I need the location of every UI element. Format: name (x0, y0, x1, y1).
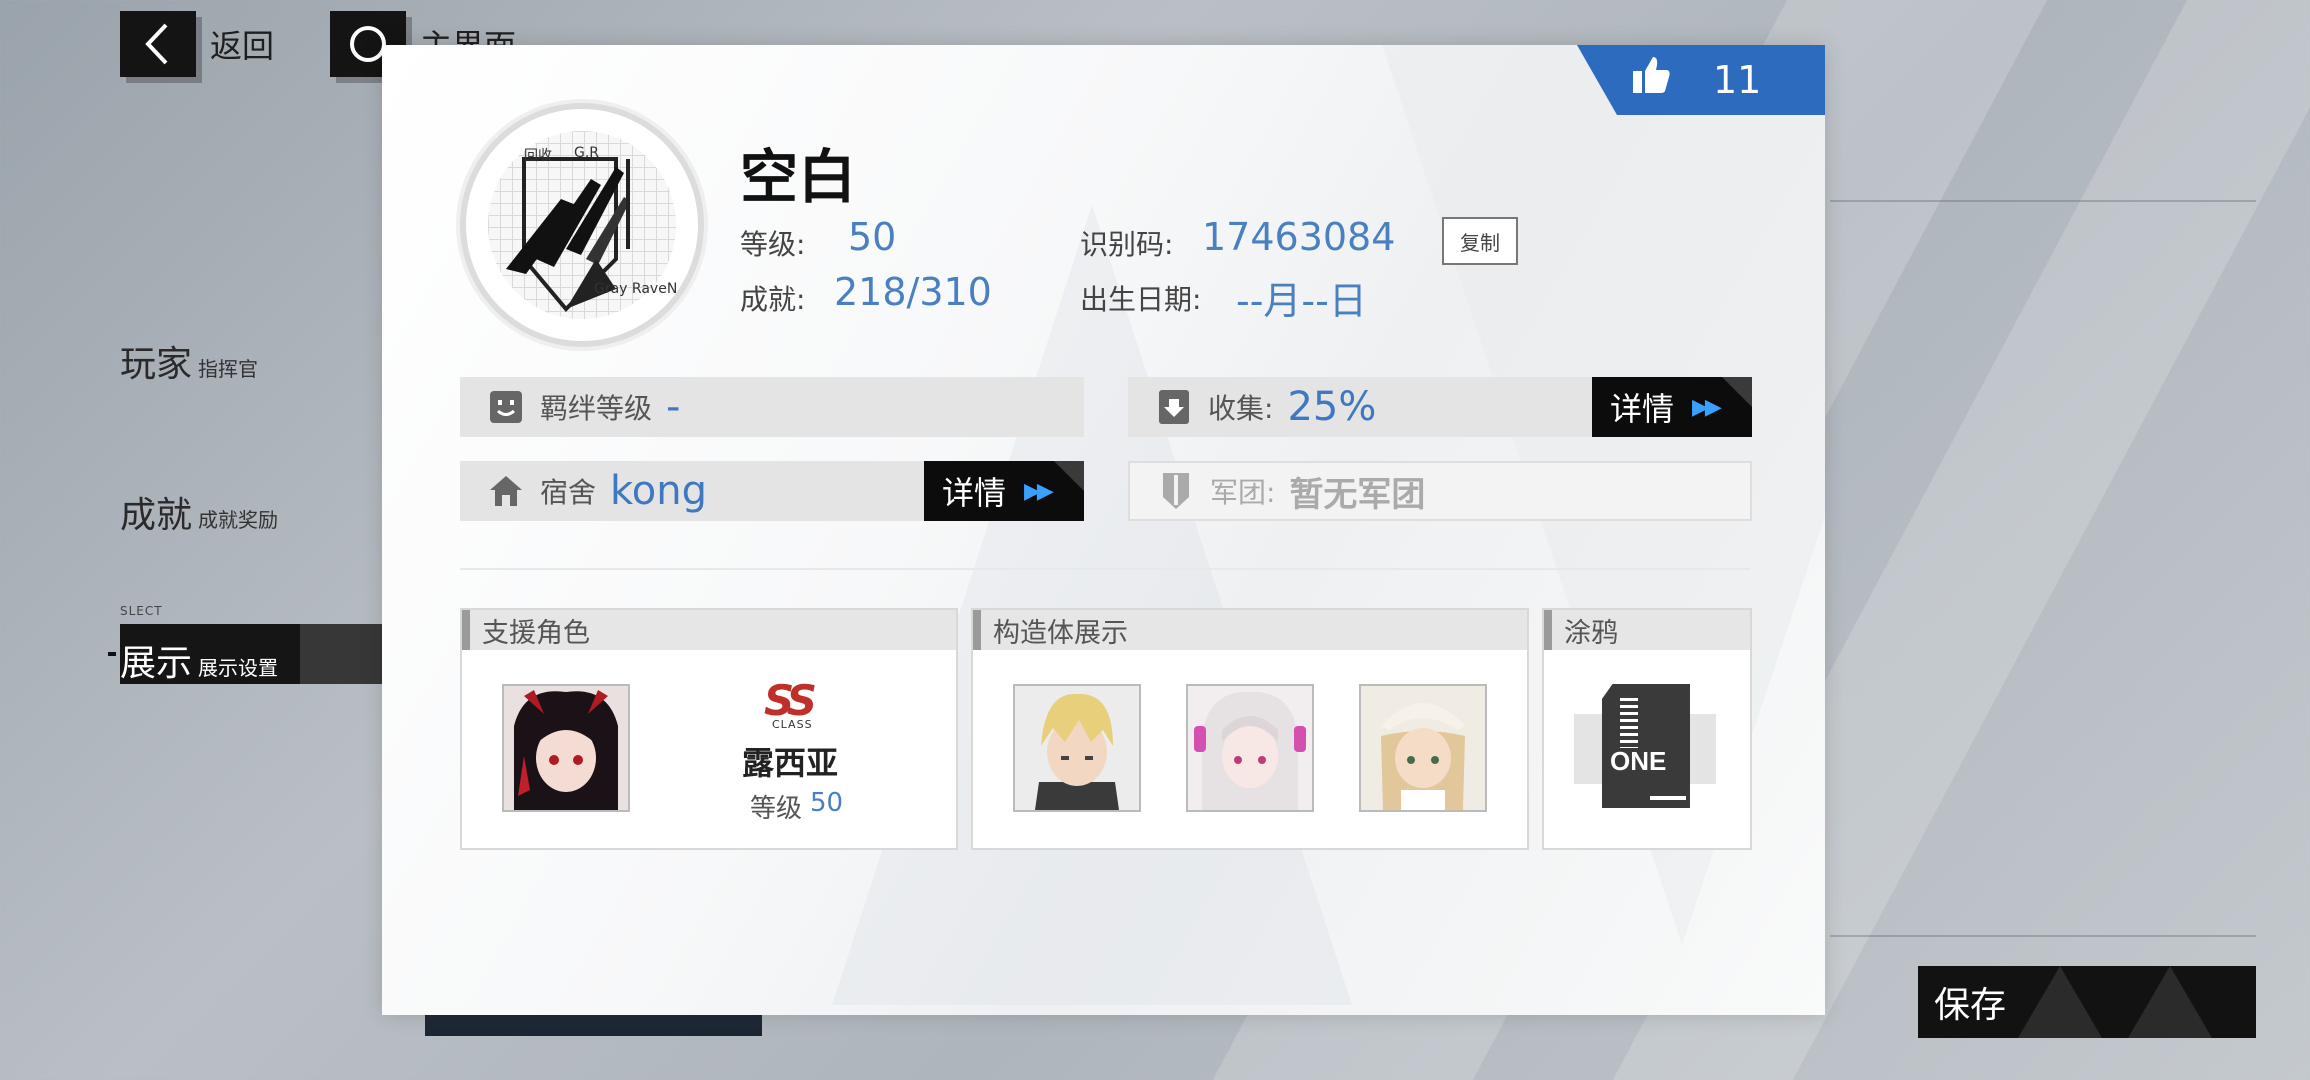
collection-detail-button[interactable]: 详情 ▶▶ (1592, 377, 1752, 437)
detail-label: 详情 (1610, 390, 1675, 428)
menu-item-display[interactable]: 展示 展示设置 (120, 634, 278, 686)
birthday-value: --月--日 (1236, 279, 1367, 323)
construct-portrait-2[interactable] (1186, 684, 1314, 812)
thumbs-up-icon (1629, 53, 1673, 107)
birthday-label: 出生日期: (1080, 283, 1202, 316)
smile-face-icon (488, 389, 524, 425)
collection-bar: 收集: 25% 详情 ▶▶ (1128, 377, 1752, 437)
support-section-title: 支援角色 (482, 617, 590, 649)
section-header: 构造体展示 (973, 610, 1527, 650)
construct-portrait-1[interactable] (1013, 684, 1141, 812)
dorm-label: 宿舍 (540, 476, 597, 509)
graffiti-text: ONE (1610, 746, 1667, 776)
menu-item-label: 玩家 (120, 344, 193, 385)
profile-card: 11 回收 G.R Gray RaveN 空白 等级: 50 识别码: 1746… (382, 45, 1825, 1015)
graffiti-section-title: 涂鸦 (1564, 617, 1618, 649)
menu-item-label: 展示 (120, 643, 193, 684)
avatar-text-cn: 回收 (524, 148, 552, 164)
bond-level-label: 羁绊等级 (540, 392, 653, 425)
support-level-value: 50 (810, 788, 844, 818)
menu-item-sublabel: 指挥官 (198, 357, 259, 381)
level-label: 等级: (740, 228, 806, 261)
id-value: 17463084 (1202, 215, 1396, 259)
section-header: 涂鸦 (1544, 610, 1750, 650)
support-character-portrait[interactable] (502, 684, 630, 812)
bond-level-value: - (666, 384, 681, 430)
detail-label: 详情 (942, 474, 1007, 512)
copy-id-button[interactable]: 复制 (1442, 217, 1518, 265)
like-count: 11 (1713, 58, 1762, 102)
support-character-section: 支援角色 SS CLASS 露西亚 等级 50 (460, 608, 958, 850)
level-value: 50 (848, 215, 897, 259)
background-line (1830, 200, 2256, 202)
gray-raven-emblem-icon (506, 157, 630, 312)
background-line (1830, 935, 2256, 937)
avatar-text-gr: G.R (574, 145, 600, 161)
class-sublabel: CLASS (772, 718, 813, 731)
support-character-name: 露西亚 (742, 744, 839, 782)
dorm-bar: 宿舍 kong 详情 ▶▶ (460, 461, 1084, 521)
player-name: 空白 (740, 143, 857, 211)
achievement-value: 218/310 (834, 270, 992, 314)
graffiti-section: 涂鸦 ONE (1542, 608, 1752, 850)
achievement-label: 成就: (740, 283, 806, 316)
guild-label: 军团: (1210, 476, 1276, 509)
id-label: 识别码: (1080, 228, 1174, 261)
copy-label: 复制 (1460, 230, 1500, 255)
menu-item-sublabel: 成就奖励 (198, 508, 279, 532)
back-arrow-icon (120, 11, 196, 77)
save-label: 保存 (1934, 985, 2007, 1026)
house-icon (488, 473, 524, 509)
collection-icon (1156, 389, 1192, 425)
selected-indicator (108, 652, 116, 656)
back-label: 返回 (210, 27, 275, 65)
guild-shield-icon (1158, 473, 1194, 509)
save-button[interactable]: 保存 (1918, 966, 2256, 1038)
bond-level-bar: 羁绊等级 - (460, 377, 1084, 437)
menu-item-achievement[interactable]: 成就 成就奖励 (120, 486, 278, 538)
like-badge[interactable]: 11 (1577, 45, 1825, 115)
menu-item-sublabel: 展示设置 (198, 656, 279, 680)
back-button[interactable]: 返回 (120, 11, 275, 77)
support-level-label: 等级 (750, 794, 803, 824)
avatar[interactable]: 回收 G.R Gray RaveN (460, 103, 704, 347)
menu-item-player[interactable]: 玩家 指挥官 (120, 335, 258, 387)
graffiti-sticker[interactable]: ONE (1602, 684, 1690, 808)
divider (460, 568, 1750, 570)
section-header: 支援角色 (462, 610, 956, 650)
dorm-detail-button[interactable]: 详情 ▶▶ (924, 461, 1084, 521)
double-arrow-icon: ▶▶ (1692, 394, 1722, 420)
dorm-value: kong (610, 468, 707, 514)
double-arrow-icon: ▶▶ (1024, 478, 1054, 504)
construct-display-section: 构造体展示 (971, 608, 1529, 850)
guild-value: 暂无军团 (1289, 474, 1426, 515)
collection-value: 25% (1287, 384, 1377, 430)
construct-portrait-3[interactable] (1359, 684, 1487, 812)
avatar-text-grayraven: Gray RaveN (594, 281, 678, 297)
menu-item-label: 成就 (120, 495, 193, 536)
guild-bar: 军团: 暂无军团 (1128, 461, 1752, 521)
selected-tag: SLECT (120, 604, 163, 618)
collection-label: 收集: (1208, 392, 1274, 425)
construct-section-title: 构造体展示 (993, 617, 1128, 649)
